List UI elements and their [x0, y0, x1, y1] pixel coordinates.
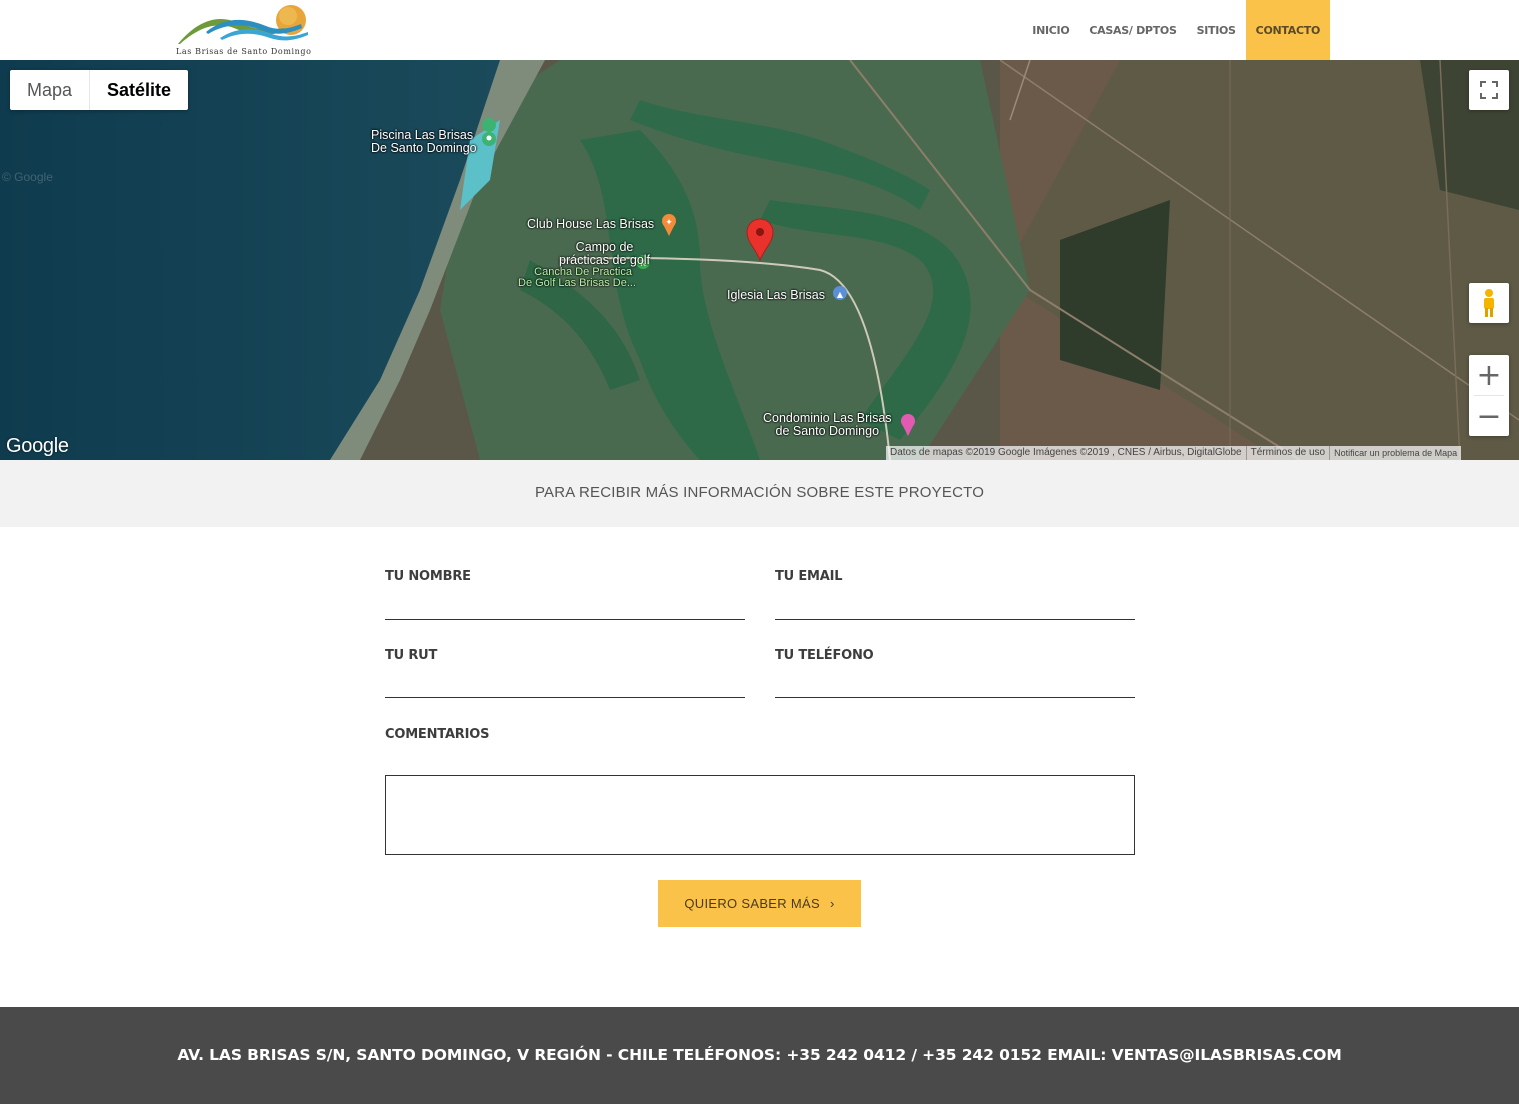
- place-label-condominio-line2: de Santo Domingo: [775, 424, 880, 438]
- svg-text:✦: ✦: [665, 218, 673, 228]
- marker-iglesia[interactable]: ▲: [833, 286, 847, 300]
- main-nav: INICIO CASAS/ DPTOS SITIOS CONTACTO: [1022, 0, 1330, 60]
- phone-input[interactable]: [775, 668, 1135, 698]
- site-logo[interactable]: Las Brisas de Santo Domingo: [176, 4, 312, 58]
- zoom-out-button[interactable]: −: [1469, 396, 1509, 436]
- info-band: PARA RECIBIR MÁS INFORMACIÓN SOBRE ESTE …: [0, 460, 1519, 527]
- nav-item-casas-dptos[interactable]: CASAS/ DPTOS: [1079, 0, 1186, 60]
- place-label-cancha[interactable]: Cancha De Practica De Golf Las Brisas De…: [518, 267, 636, 289]
- submit-button[interactable]: QUIERO SABER MÁS ›: [658, 880, 861, 927]
- map-attribution: Datos de mapas ©2019 Google Imágenes ©20…: [886, 446, 1462, 460]
- place-label-condominio[interactable]: Condominio Las Brisas de Santo Domingo: [763, 412, 892, 438]
- place-label-piscina[interactable]: Piscina Las Brisas De Santo Domingo: [371, 129, 477, 155]
- embedded-map[interactable]: ✦ K ▲ © Google Piscina Las Brisas De San…: [0, 60, 1519, 460]
- site-footer: AV. LAS BRISAS S/N, SANTO DOMINGO, V REG…: [0, 1007, 1519, 1104]
- name-label: TU NOMBRE: [385, 569, 471, 584]
- fullscreen-icon: [1480, 81, 1498, 99]
- place-label-piscina-line2: De Santo Domingo: [371, 141, 477, 155]
- zoom-in-button[interactable]: +: [1469, 355, 1509, 395]
- nav-item-inicio[interactable]: INICIO: [1022, 0, 1079, 60]
- chevron-right-icon: ›: [829, 896, 835, 911]
- satellite-imagery[interactable]: ✦ K ▲: [0, 60, 1519, 460]
- comments-textarea[interactable]: [385, 775, 1135, 855]
- report-problem-link[interactable]: Notificar un problema de Mapa: [1329, 446, 1461, 460]
- attribution-data: Datos de mapas ©2019 Google Imágenes ©20…: [890, 447, 1242, 458]
- nav-item-contacto[interactable]: CONTACTO: [1245, 0, 1330, 60]
- site-header: Las Brisas de Santo Domingo INICIO CASAS…: [0, 0, 1519, 60]
- logo-text: Las Brisas de Santo Domingo: [176, 47, 312, 56]
- footer-contact-info: AV. LAS BRISAS S/N, SANTO DOMINGO, V REG…: [177, 1045, 1342, 1064]
- place-label-campo[interactable]: Campo de prácticas de golf: [559, 241, 650, 267]
- email-label: TU EMAIL: [775, 569, 843, 584]
- map-type-map-button[interactable]: Mapa: [10, 70, 91, 110]
- nav-item-sitios[interactable]: SITIOS: [1187, 0, 1246, 60]
- place-label-club-house[interactable]: Club House Las Brisas: [527, 218, 654, 231]
- street-view-pegman-button[interactable]: [1469, 283, 1509, 323]
- terms-link[interactable]: Términos de uso: [1245, 446, 1329, 460]
- place-label-iglesia[interactable]: Iglesia Las Brisas: [727, 289, 825, 302]
- map-type-satellite-button[interactable]: Satélite: [90, 70, 188, 110]
- email-input[interactable]: [775, 590, 1135, 620]
- svg-text:▲: ▲: [837, 290, 844, 299]
- info-band-text: PARA RECIBIR MÁS INFORMACIÓN SOBRE ESTE …: [534, 484, 985, 501]
- phone-label: TU TELÉFONO: [775, 648, 874, 663]
- rut-label: TU RUT: [385, 648, 438, 663]
- fullscreen-button[interactable]: [1469, 70, 1509, 110]
- logo-graphic: [178, 5, 308, 44]
- map-watermark: © Google: [2, 170, 53, 184]
- rut-input[interactable]: [385, 668, 745, 698]
- comments-label: COMENTARIOS: [385, 727, 490, 742]
- pegman-icon: [1484, 289, 1494, 317]
- zoom-control: + −: [1469, 355, 1509, 436]
- place-label-cancha-line2: De Golf Las Brisas De...: [518, 277, 636, 289]
- google-logo[interactable]: Google: [6, 435, 69, 458]
- submit-button-label: QUIERO SABER MÁS: [684, 896, 820, 911]
- map-type-control: Mapa Satélite: [10, 70, 189, 110]
- name-input[interactable]: [385, 590, 745, 620]
